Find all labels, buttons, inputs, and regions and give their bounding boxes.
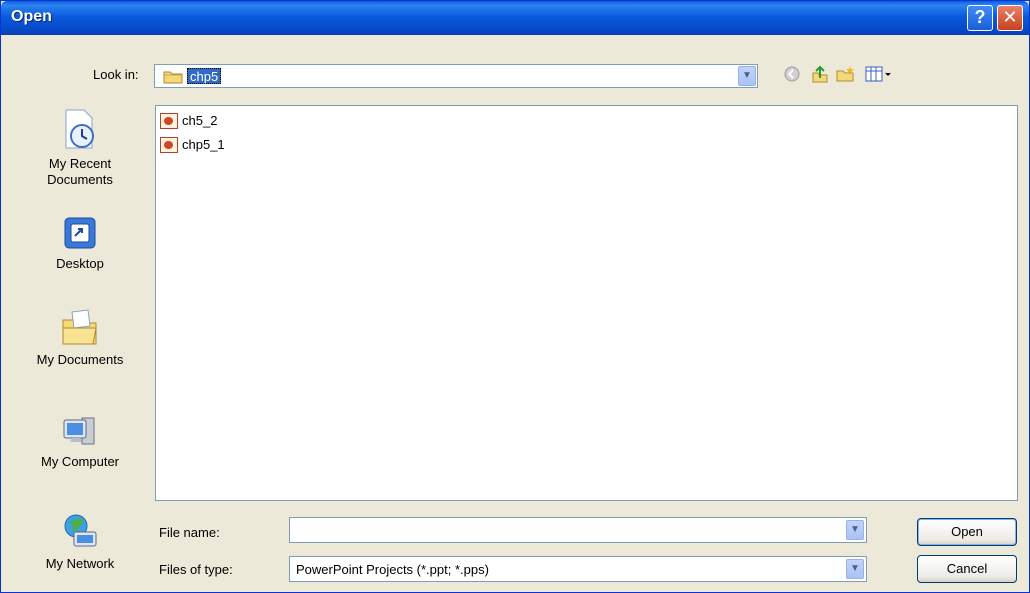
up-folder-icon <box>812 65 828 83</box>
file-type-value: PowerPoint Projects (*.ppt; *.pps) <box>296 562 489 577</box>
my-computer-icon <box>63 417 95 445</box>
new-folder-icon <box>836 66 854 82</box>
views-menu-button[interactable] <box>863 65 895 87</box>
help-button[interactable]: ? <box>967 5 993 31</box>
file-name-field[interactable]: ▼ <box>289 517 867 543</box>
file-name: chp5_1 <box>182 137 225 152</box>
list-item[interactable]: ch5_2 <box>160 112 250 130</box>
places-bar: My Recent Documents Desktop My Documents <box>21 98 139 586</box>
chevron-down-icon: ▼ <box>850 524 860 535</box>
file-name-label: File name: <box>159 525 220 540</box>
new-folder-button[interactable] <box>835 65 857 87</box>
open-button[interactable]: Open <box>917 518 1017 546</box>
chevron-down-icon: ▼ <box>742 70 752 81</box>
title-bar[interactable]: Open ? ✕ <box>1 1 1029 35</box>
place-my-computer[interactable]: My Computer <box>21 414 139 470</box>
look-in-value: chp5 <box>187 68 222 84</box>
folder-icon <box>163 71 183 84</box>
cancel-button[interactable]: Cancel <box>917 555 1017 583</box>
window-title: Open <box>11 8 52 25</box>
file-type-dropdown-button[interactable]: ▼ <box>846 559 864 579</box>
my-network-icon <box>64 514 97 547</box>
chevron-down-icon: ▼ <box>850 563 860 574</box>
views-menu-icon <box>865 66 891 82</box>
back-icon <box>784 66 800 82</box>
look-in-dropdown[interactable]: chp5 ▼ <box>154 64 758 88</box>
my-documents-icon <box>62 309 97 345</box>
place-label: My Documents <box>36 352 124 367</box>
list-item[interactable]: chp5_1 <box>160 136 250 154</box>
powerpoint-file-icon <box>160 137 178 153</box>
place-my-documents[interactable]: My Documents <box>21 308 139 368</box>
place-desktop[interactable]: Desktop <box>21 216 139 272</box>
place-label: My Recent <box>48 156 112 171</box>
open-dialog: Open ? ✕ Look in: chp5 ▼ My Recent Docum… <box>0 0 1030 593</box>
file-name: ch5_2 <box>182 113 218 128</box>
look-in-label: Look in: <box>93 67 139 82</box>
file-type-select[interactable]: PowerPoint Projects (*.ppt; *.pps) ▼ <box>289 556 867 582</box>
desktop-icon <box>64 217 96 249</box>
file-name-dropdown-button[interactable]: ▼ <box>846 520 864 540</box>
back-button[interactable] <box>781 65 803 87</box>
close-button[interactable]: ✕ <box>997 5 1023 31</box>
help-icon: ? <box>974 7 986 27</box>
look-in-dropdown-button[interactable]: ▼ <box>738 66 756 86</box>
place-label: Documents <box>47 172 113 187</box>
close-icon: ✕ <box>1002 7 1018 27</box>
file-list[interactable]: ch5_2 chp5_1 <box>155 105 1018 501</box>
place-my-network[interactable]: My Network <box>21 512 139 572</box>
up-folder-button[interactable] <box>809 65 831 87</box>
place-label: My Network <box>45 556 115 571</box>
recent-documents-icon <box>65 109 94 149</box>
place-label: Desktop <box>56 256 104 271</box>
place-my-recent-documents[interactable]: My Recent Documents <box>21 108 139 188</box>
powerpoint-file-icon <box>160 113 178 129</box>
place-label: My Computer <box>40 454 120 469</box>
file-type-label: Files of type: <box>159 562 233 577</box>
